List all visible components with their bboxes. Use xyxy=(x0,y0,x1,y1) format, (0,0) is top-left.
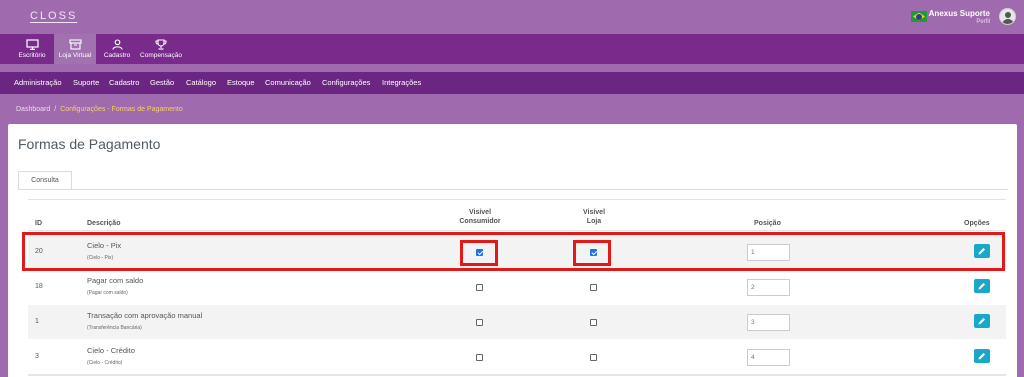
module-label: Cadastro xyxy=(103,52,131,59)
breadcrumb: Dashboard / Configurações - Formas de Paga… xyxy=(16,106,183,113)
row-id: 3 xyxy=(35,353,39,360)
edit-button[interactable] xyxy=(974,279,990,293)
breadcrumb-current: Configurações - Formas de Pagamento xyxy=(60,106,183,113)
user-icon xyxy=(111,39,123,50)
checkbox-visivel-loja[interactable] xyxy=(590,354,597,361)
header-line: Loja xyxy=(586,218,602,225)
main-nav: Administração Suporte Cadastro Gestão Ca… xyxy=(0,72,1024,94)
checkbox-visivel-loja[interactable] xyxy=(590,319,597,326)
nav-item-integracoes[interactable]: Integrações xyxy=(382,78,421,87)
store-icon xyxy=(68,39,82,50)
row-description-sub: (Transferência Bancária) xyxy=(87,325,142,331)
header-line: Consumidor xyxy=(459,218,501,225)
breadcrumb-separator: / xyxy=(54,106,57,113)
nav-item-configuracoes[interactable]: Configurações xyxy=(322,78,370,87)
table-row: 3 Cielo - Crédito (Cielo - Crédito) 4 xyxy=(28,340,1006,374)
page-title: Formas de Pagamento xyxy=(18,136,161,152)
header-visivel-loja: Visível Loja xyxy=(554,208,634,226)
row-description: Pagar com saldo xyxy=(87,276,144,285)
nav-item-cadastro[interactable]: Cadastro xyxy=(109,78,139,87)
header-line: Visível xyxy=(582,209,606,216)
table-row: 1 Transação com aprovação manual (Transf… xyxy=(28,305,1006,339)
module-label: Compensação xyxy=(140,52,182,59)
user-role[interactable]: Perfil xyxy=(976,19,990,25)
monitor-icon xyxy=(25,39,39,50)
row-description-sub: (Cielo - Crédito) xyxy=(87,360,123,366)
pencil-icon xyxy=(978,353,985,360)
nav-item-comunicacao[interactable]: Comunicação xyxy=(265,78,311,87)
user-name[interactable]: Anexus Suporte xyxy=(929,9,990,18)
tab-divider xyxy=(18,189,1008,190)
header-line: Visível xyxy=(468,209,492,216)
user-avatar-icon[interactable] xyxy=(999,8,1016,25)
module-loja-virtual[interactable]: Loja Virtual xyxy=(54,34,96,64)
position-input[interactable]: 3 xyxy=(747,314,790,331)
pencil-icon xyxy=(978,248,985,255)
table-row: 20 Cielo - Pix (Cielo - Pix) 1 xyxy=(28,235,1006,269)
module-label: Loja Virtual xyxy=(58,52,92,59)
nav-item-administracao[interactable]: Administração xyxy=(14,78,62,87)
content-card: Formas de Pagamento Consulta ID Descriçã… xyxy=(8,124,1017,377)
row-description-sub: (Pagar com saldo) xyxy=(87,290,128,296)
position-input[interactable]: 2 xyxy=(747,279,790,296)
row-description: Transação com aprovação manual xyxy=(87,311,203,320)
checkbox-visivel-loja[interactable] xyxy=(590,249,597,256)
header-descricao: Descrição xyxy=(87,220,121,227)
checkbox-visivel-consumidor[interactable] xyxy=(476,284,483,291)
nav-item-estoque[interactable]: Estoque xyxy=(227,78,255,87)
trophy-icon xyxy=(155,39,167,50)
nav-item-suporte[interactable]: Suporte xyxy=(73,78,99,87)
header-opcoes: Opções xyxy=(964,220,990,227)
edit-button[interactable] xyxy=(974,314,990,328)
row-description-sub: (Cielo - Pix) xyxy=(87,255,114,261)
table-bottom-border xyxy=(28,374,1006,376)
tab-consulta[interactable]: Consulta xyxy=(18,171,72,190)
app-logo[interactable]: CLOSS xyxy=(30,10,77,22)
row-id: 20 xyxy=(35,248,43,255)
module-label: Escritório xyxy=(18,52,46,59)
pencil-icon xyxy=(978,283,985,290)
edit-button[interactable] xyxy=(974,349,990,363)
module-compensacao[interactable]: Compensação xyxy=(137,34,185,64)
header-bottom-border xyxy=(28,230,1006,231)
pencil-icon xyxy=(978,318,985,325)
position-input[interactable]: 1 xyxy=(747,244,790,261)
module-escritorio[interactable]: Escritório xyxy=(14,34,50,64)
brazil-flag-icon[interactable] xyxy=(911,11,927,22)
top-bar: CLOSS Anexus Suporte Perfil xyxy=(0,0,1024,34)
table-top-border xyxy=(28,199,1006,200)
header-visivel-consumidor: Visível Consumidor xyxy=(440,208,520,226)
table-row: 18 Pagar com saldo (Pagar com saldo) 2 xyxy=(28,270,1006,304)
checkbox-visivel-loja[interactable] xyxy=(590,284,597,291)
module-bar: Escritório Loja Virtual Cadastro Compens… xyxy=(0,34,1024,64)
nav-item-catalogo[interactable]: Catálogo xyxy=(186,78,216,87)
row-description: Cielo - Pix xyxy=(87,241,122,250)
checkbox-visivel-consumidor[interactable] xyxy=(476,249,483,256)
row-description: Cielo - Crédito xyxy=(87,346,135,355)
row-id: 1 xyxy=(35,318,39,325)
edit-button[interactable] xyxy=(974,244,990,258)
header-id: ID xyxy=(35,220,42,227)
header-posicao: Posição xyxy=(754,220,781,227)
checkbox-visivel-consumidor[interactable] xyxy=(476,319,483,326)
breadcrumb-home[interactable]: Dashboard xyxy=(16,106,50,113)
nav-item-gestao[interactable]: Gestão xyxy=(150,78,174,87)
position-input[interactable]: 4 xyxy=(747,349,790,366)
module-cadastro[interactable]: Cadastro xyxy=(101,34,133,64)
checkbox-visivel-consumidor[interactable] xyxy=(476,354,483,361)
row-id: 18 xyxy=(35,283,43,290)
